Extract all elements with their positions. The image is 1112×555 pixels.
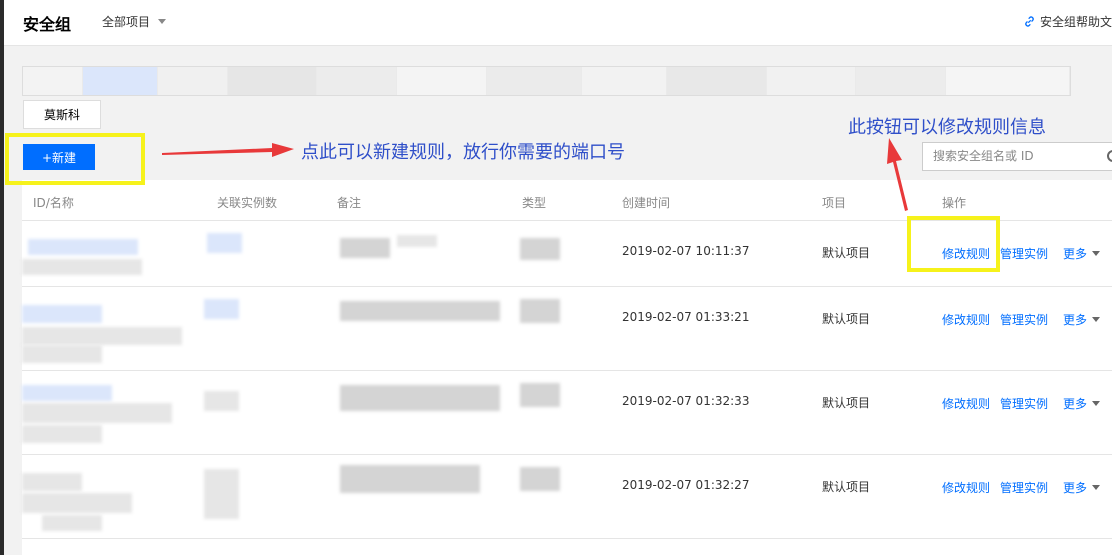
created-time: 2019-02-07 01:33:21	[622, 310, 750, 324]
new-button-highlight	[5, 133, 145, 185]
edit-rules-link[interactable]: 修改规则	[942, 311, 990, 328]
search-icon[interactable]	[1107, 150, 1112, 162]
more-menu[interactable]: 更多	[1063, 311, 1101, 328]
redacted-id	[22, 473, 82, 491]
edit-rules-link[interactable]: 修改规则	[942, 395, 990, 412]
redacted-name	[22, 403, 172, 423]
redacted-name	[22, 327, 182, 345]
redacted-remark	[340, 238, 390, 258]
table-row: 2019-02-07 01:32:33 默认项目 修改规则 管理实例 更多	[22, 371, 1112, 455]
col-project: 项目	[822, 196, 847, 210]
more-label: 更多	[1063, 247, 1088, 261]
redacted-remark	[340, 465, 480, 493]
created-time: 2019-02-07 01:32:27	[622, 478, 750, 492]
new-rule-annotation: 点此可以新建规则，放行你需要的端口号	[301, 142, 625, 163]
chevron-down-icon	[1092, 401, 1101, 406]
redacted-name	[22, 345, 102, 363]
more-label: 更多	[1063, 313, 1088, 327]
edit-rules-highlight	[907, 216, 1000, 272]
help-link-label: 安全组帮助文	[1039, 15, 1112, 29]
more-label: 更多	[1063, 481, 1088, 495]
link-icon	[1025, 16, 1034, 27]
chevron-down-icon	[158, 19, 167, 24]
col-instance-count: 关联实例数	[217, 196, 278, 210]
redacted-count	[207, 233, 242, 253]
table-row: 2019-02-07 01:33:21 默认项目 修改规则 管理实例 更多	[22, 287, 1112, 371]
redacted-name	[22, 425, 102, 443]
manage-instances-link[interactable]: 管理实例	[1000, 479, 1048, 496]
search-box[interactable]	[922, 142, 1112, 171]
redacted-name	[42, 515, 102, 531]
chevron-down-icon	[1092, 317, 1101, 322]
col-type: 类型	[522, 196, 547, 210]
col-id-name: ID/名称	[33, 196, 74, 210]
redacted-id	[28, 239, 138, 255]
redacted-count	[204, 469, 239, 519]
project-name: 默认项目	[822, 246, 871, 260]
manage-instances-link[interactable]: 管理实例	[1000, 245, 1048, 262]
redacted-count	[204, 299, 239, 319]
table-row: 2019-02-07 01:32:27 默认项目 修改规则 管理实例 更多	[22, 455, 1112, 539]
chevron-down-icon	[1092, 485, 1101, 490]
chevron-down-icon	[1092, 251, 1101, 256]
project-select-label: 全部项目	[102, 15, 151, 29]
more-menu[interactable]: 更多	[1063, 245, 1101, 262]
edit-rule-annotation: 此按钮可以修改规则信息	[848, 117, 1046, 138]
redacted-count	[204, 391, 239, 411]
more-menu[interactable]: 更多	[1063, 395, 1101, 412]
redacted-type	[520, 238, 560, 260]
redacted-remark	[340, 385, 500, 411]
project-name: 默认项目	[822, 480, 871, 494]
table-header: ID/名称 关联实例数 备注 类型 创建时间 项目 操作	[22, 180, 1112, 221]
redacted-remark	[397, 235, 437, 247]
search-input[interactable]	[933, 149, 1103, 163]
col-remark: 备注	[337, 196, 362, 210]
more-menu[interactable]: 更多	[1063, 479, 1101, 496]
region-tab-moscow[interactable]: 莫斯科	[23, 100, 101, 129]
manage-instances-link[interactable]: 管理实例	[1000, 395, 1048, 412]
redacted-id	[22, 385, 112, 401]
redacted-remark	[340, 301, 500, 321]
redacted-type	[520, 299, 560, 323]
edit-rules-link[interactable]: 修改规则	[942, 479, 990, 496]
created-time: 2019-02-07 01:32:33	[622, 394, 750, 408]
redacted-type	[520, 383, 560, 407]
region-selector-bar[interactable]	[22, 66, 1071, 96]
col-created-time: 创建时间	[622, 196, 671, 210]
redacted-name	[22, 259, 142, 275]
redacted-id	[22, 305, 102, 323]
project-name: 默认项目	[822, 396, 871, 410]
manage-instances-link[interactable]: 管理实例	[1000, 311, 1048, 328]
redacted-name	[22, 493, 132, 513]
created-time: 2019-02-07 10:11:37	[622, 244, 750, 258]
project-name: 默认项目	[822, 312, 871, 326]
page-title: 安全组	[23, 15, 72, 34]
more-label: 更多	[1063, 397, 1088, 411]
top-bar: 安全组 全部项目 安全组帮助文	[4, 0, 1112, 46]
project-select[interactable]: 全部项目	[102, 13, 167, 30]
help-link[interactable]: 安全组帮助文	[1023, 13, 1112, 30]
col-actions: 操作	[942, 196, 967, 210]
redacted-type	[520, 467, 560, 491]
